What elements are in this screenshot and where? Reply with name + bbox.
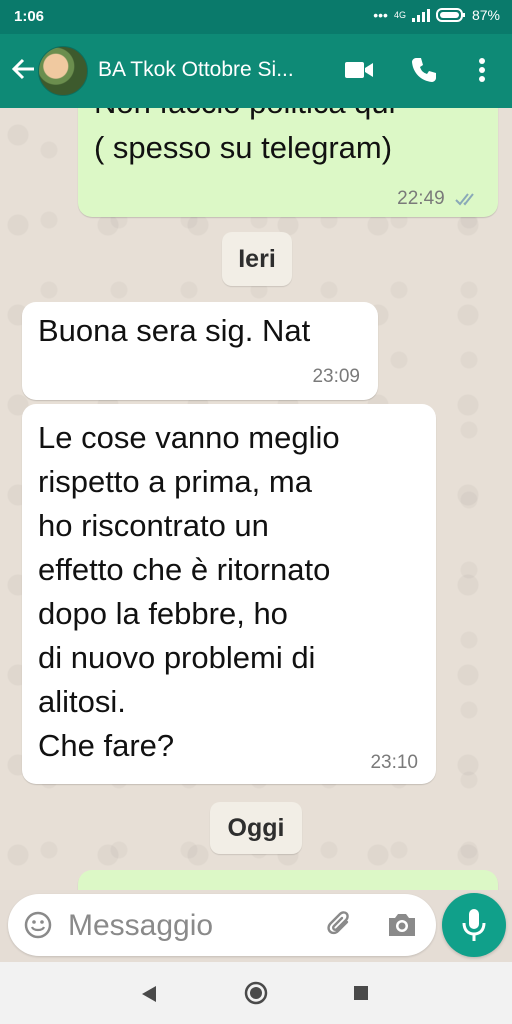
status-time: 1:06 (14, 8, 45, 25)
day-label: Oggi (227, 814, 285, 842)
day-separator-yesterday: Ieri (222, 232, 292, 286)
nav-recents-icon[interactable] (354, 986, 368, 1000)
status-icons: ••• 4G 87% (373, 7, 500, 23)
message-input[interactable] (66, 906, 300, 946)
signal-icon (411, 9, 430, 22)
day-label: Ieri (238, 245, 276, 273)
chat-area[interactable]: Non faccio politica qui ( spesso su tele… (0, 108, 512, 890)
phone-icon[interactable] (410, 56, 438, 84)
microphone-icon (462, 909, 486, 941)
message-time: 23:09 (312, 366, 360, 387)
status-bar: 1:06 ••• 4G 87% (0, 0, 512, 34)
message-time: 23:10 (370, 752, 418, 773)
read-receipt-icon (455, 193, 474, 206)
paperclip-icon[interactable] (326, 910, 356, 940)
video-call-icon[interactable] (344, 56, 374, 84)
battery-icon (435, 8, 465, 22)
message-outgoing-partial[interactable] (78, 870, 498, 890)
message-time: 22:49 (397, 188, 445, 209)
nav-back-icon[interactable] (140, 984, 158, 1004)
message-text: Non faccio politica qui ( spesso su tele… (94, 108, 396, 165)
camera-icon[interactable] (386, 911, 418, 939)
nav-home-icon[interactable] (244, 981, 268, 1005)
message-meta: 22:49 (397, 188, 480, 210)
battery-percent: 87% (471, 7, 500, 23)
message-outgoing[interactable]: Non faccio politica qui ( spesso su tele… (78, 108, 498, 217)
message-text: Le cose vanno meglio rispetto a prima, m… (38, 420, 340, 763)
system-nav-bar (0, 962, 512, 1024)
message-composer (8, 894, 436, 956)
back-arrow-icon[interactable] (10, 56, 36, 82)
notification-dots: ••• (373, 7, 388, 23)
day-separator-today: Oggi (210, 802, 302, 854)
microphone-button[interactable] (442, 893, 506, 957)
chat-title[interactable]: BA Tkok Ottobre Si... (98, 58, 294, 82)
message-incoming[interactable]: Buona sera sig. Nat 23:09 (22, 302, 378, 400)
chat-header: BA Tkok Ottobre Si... (0, 34, 512, 108)
message-incoming[interactable]: Le cose vanno meglio rispetto a prima, m… (22, 404, 436, 784)
network-label: 4G (393, 10, 406, 20)
message-text: Buona sera sig. Nat (38, 313, 311, 348)
emoji-icon[interactable] (24, 911, 52, 939)
more-options-icon[interactable] (474, 56, 490, 84)
avatar[interactable] (38, 46, 88, 96)
